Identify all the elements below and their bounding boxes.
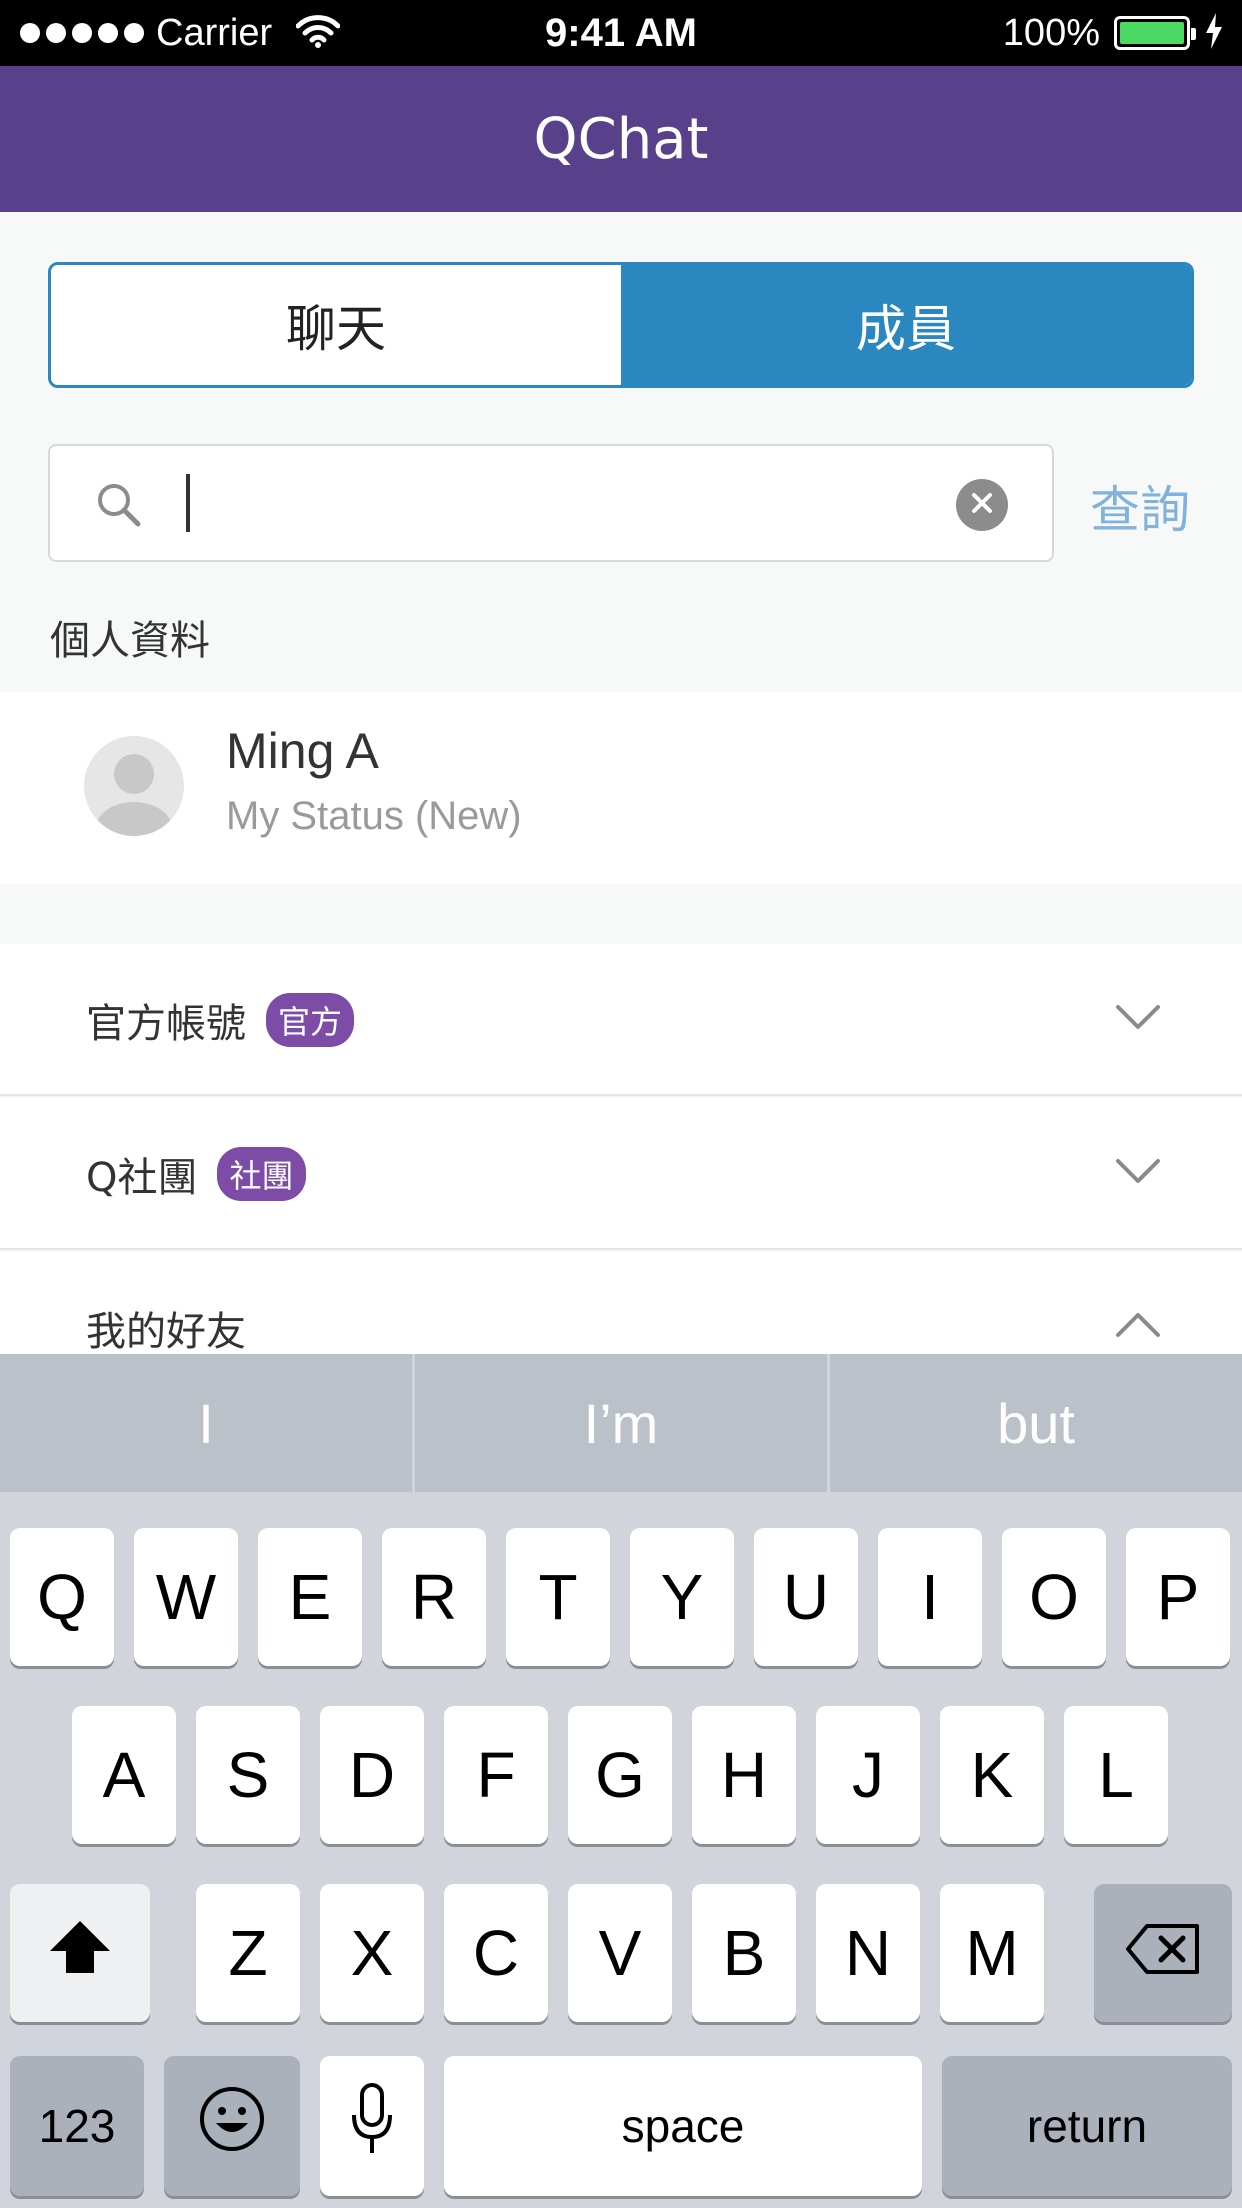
shift-key[interactable] xyxy=(10,1884,150,2022)
key-u[interactable]: U xyxy=(754,1528,858,1666)
key-y[interactable]: Y xyxy=(630,1528,734,1666)
key-r[interactable]: R xyxy=(382,1528,486,1666)
dictation-key[interactable] xyxy=(320,2056,424,2196)
key-l[interactable]: L xyxy=(1064,1706,1168,1844)
key-o[interactable]: O xyxy=(1002,1528,1106,1666)
navigation-bar: QChat xyxy=(0,66,1242,212)
key-s[interactable]: S xyxy=(196,1706,300,1844)
app-title: QChat xyxy=(533,106,709,172)
key-p[interactable]: P xyxy=(1126,1528,1230,1666)
close-icon xyxy=(970,491,994,519)
group-label: 我的好友 xyxy=(86,1309,246,1355)
suggestion-3[interactable]: but xyxy=(830,1354,1242,1492)
key-j[interactable]: J xyxy=(816,1706,920,1844)
keyboard: I I’m but Q W E R T Y U I O P A S D F G … xyxy=(0,1354,1242,2208)
profile-section-label: 個人資料 xyxy=(50,618,210,664)
search-input[interactable] xyxy=(200,466,980,542)
key-c[interactable]: C xyxy=(444,1884,548,2022)
return-key[interactable]: return xyxy=(942,2056,1232,2196)
key-m[interactable]: M xyxy=(940,1884,1044,2022)
key-w[interactable]: W xyxy=(134,1528,238,1666)
search-icon xyxy=(94,480,144,534)
space-key[interactable]: space xyxy=(444,2056,922,2196)
predictive-bar: I I’m but xyxy=(0,1354,1242,1492)
avatar xyxy=(84,736,184,836)
search-field[interactable] xyxy=(48,444,1054,562)
profile-row[interactable]: Ming A My Status (New) xyxy=(0,692,1242,884)
segmented-tabs: 聊天 成員 xyxy=(48,262,1194,388)
key-n[interactable]: N xyxy=(816,1884,920,2022)
profile-status: My Status (New) xyxy=(226,794,522,838)
status-bar: Carrier 9:41 AM 100% xyxy=(0,0,1242,66)
charging-bolt-icon xyxy=(1204,13,1224,53)
chevron-down-icon[interactable] xyxy=(1114,1002,1162,1036)
shift-icon xyxy=(48,1916,112,1990)
battery-percentage: 100% xyxy=(1002,11,1100,54)
chevron-up-icon[interactable] xyxy=(1114,1310,1162,1344)
emoji-key[interactable] xyxy=(164,2056,300,2196)
key-f[interactable]: F xyxy=(444,1706,548,1844)
group-q-community[interactable]: Q社團 社團 xyxy=(0,1098,1242,1250)
search-button[interactable]: 查詢 xyxy=(1090,470,1190,542)
suggestion-1[interactable]: I xyxy=(0,1354,415,1492)
group-official-accounts[interactable]: 官方帳號 官方 xyxy=(0,944,1242,1096)
key-a[interactable]: A xyxy=(72,1706,176,1844)
text-cursor xyxy=(186,474,190,532)
tab-members[interactable]: 成員 xyxy=(621,265,1191,385)
key-i[interactable]: I xyxy=(878,1528,982,1666)
group-badge: 官方 xyxy=(266,993,355,1047)
battery-icon xyxy=(1114,16,1196,50)
key-z[interactable]: Z xyxy=(196,1884,300,2022)
group-label: 官方帳號 xyxy=(86,1001,246,1047)
group-badge: 社團 xyxy=(217,1147,306,1201)
key-h[interactable]: H xyxy=(692,1706,796,1844)
emoji-icon xyxy=(198,2085,266,2168)
key-d[interactable]: D xyxy=(320,1706,424,1844)
key-g[interactable]: G xyxy=(568,1706,672,1844)
key-v[interactable]: V xyxy=(568,1884,672,2022)
profile-name: Ming A xyxy=(226,723,379,779)
key-t[interactable]: T xyxy=(506,1528,610,1666)
key-k[interactable]: K xyxy=(940,1706,1044,1844)
key-q[interactable]: Q xyxy=(10,1528,114,1666)
numbers-key[interactable]: 123 xyxy=(10,2056,144,2196)
chevron-down-icon[interactable] xyxy=(1114,1156,1162,1190)
backspace-key[interactable] xyxy=(1094,1884,1232,2022)
group-label: Q社團 xyxy=(86,1155,198,1201)
key-e[interactable]: E xyxy=(258,1528,362,1666)
key-x[interactable]: X xyxy=(320,1884,424,2022)
clear-search-button[interactable] xyxy=(956,479,1008,531)
microphone-icon xyxy=(350,2082,394,2170)
tab-chat[interactable]: 聊天 xyxy=(51,265,621,385)
key-b[interactable]: B xyxy=(692,1884,796,2022)
suggestion-2[interactable]: I’m xyxy=(415,1354,830,1492)
backspace-icon xyxy=(1125,1916,1201,1990)
